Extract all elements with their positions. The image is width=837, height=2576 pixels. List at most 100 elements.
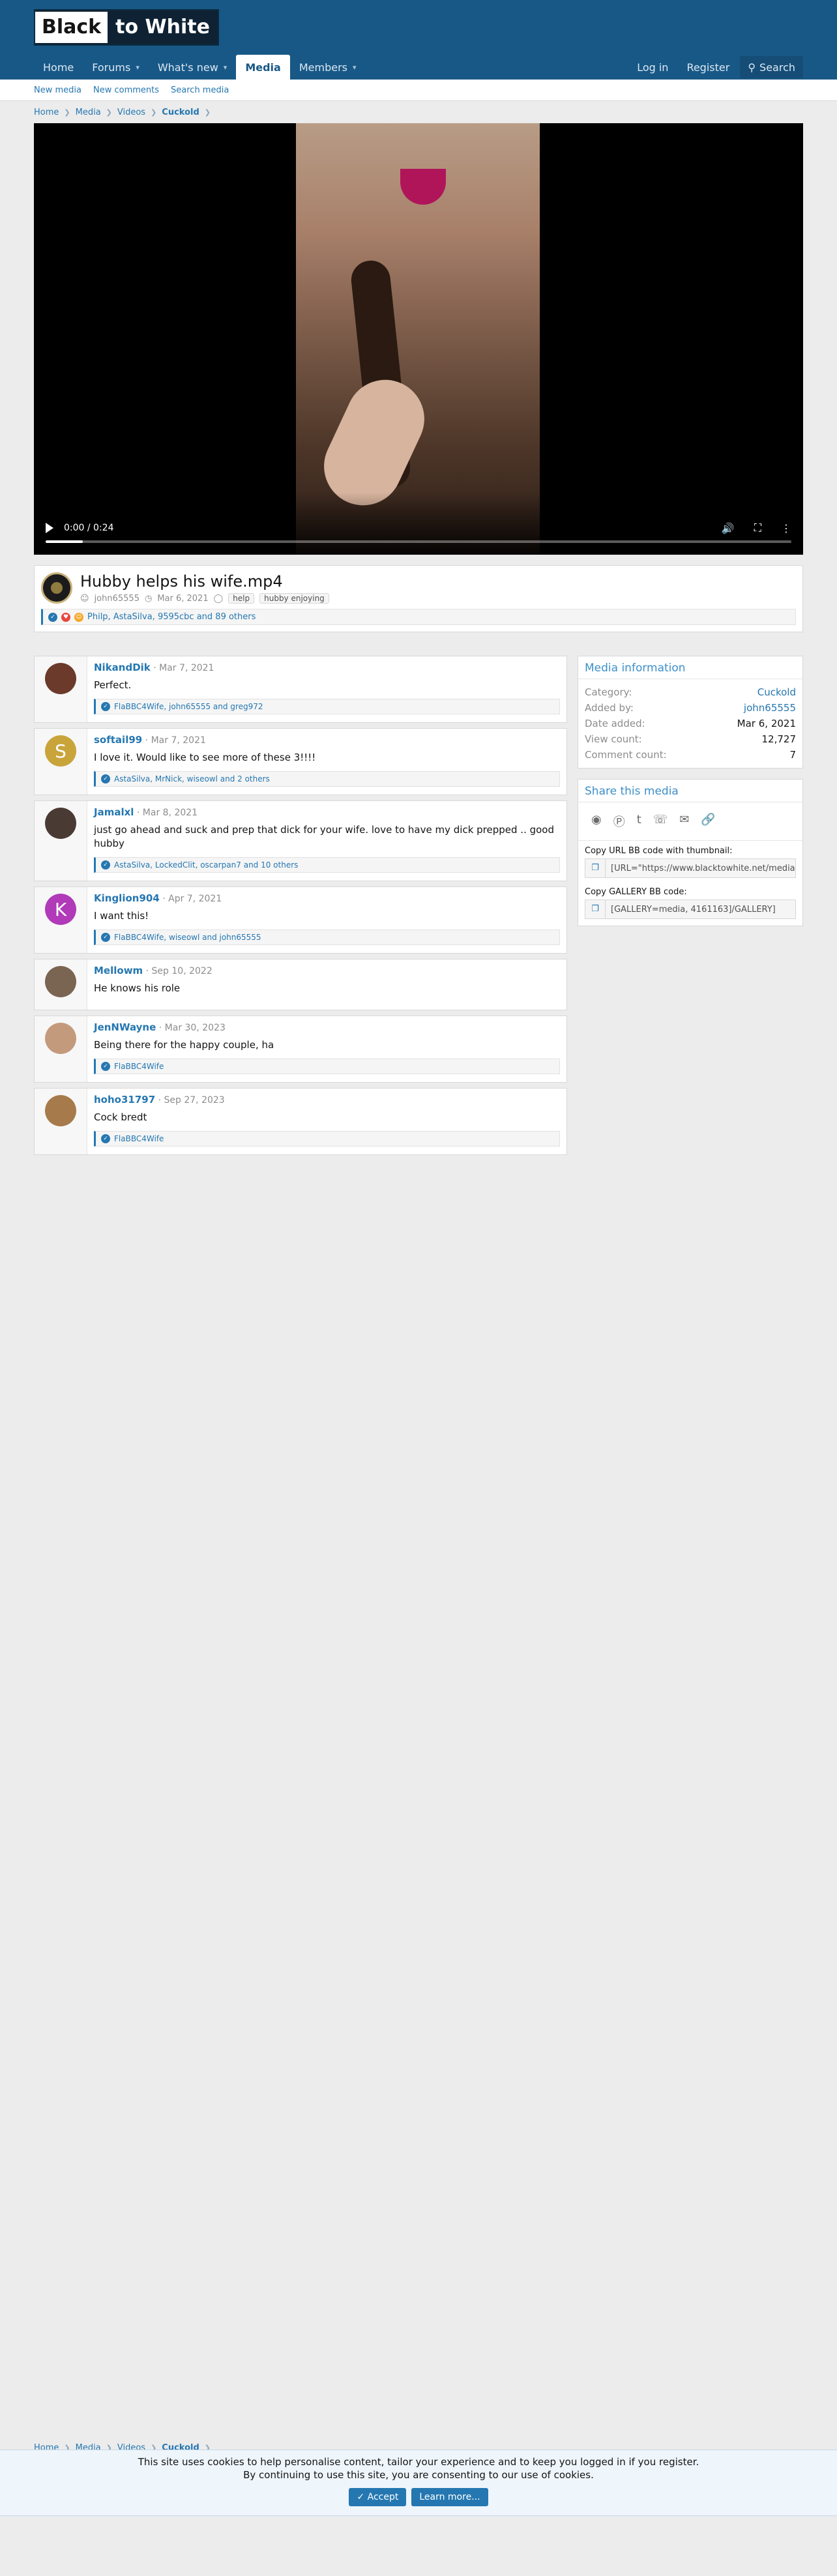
comment-username[interactable]: softail99 [94, 734, 142, 746]
comment-username[interactable]: JenNWayne [94, 1021, 156, 1033]
breadcrumb-home[interactable]: Home [34, 108, 59, 117]
chevron-down-icon[interactable]: ▾ [353, 63, 357, 72]
reactions-text[interactable]: Philp, AstaSilva, 9595cbc and 89 others [87, 612, 256, 622]
like-icon: ✓ [101, 774, 110, 783]
media-info-value[interactable]: john65555 [744, 700, 796, 716]
reddit-icon[interactable]: ◉ [591, 813, 602, 830]
volume-icon[interactable]: 🔊 [722, 522, 735, 534]
chevron-right-icon: ❯ [64, 108, 70, 117]
reactions-text[interactable]: AstaSilva, LockedClit, oscarpan7 and 10 … [114, 860, 298, 870]
avatar[interactable]: K [45, 894, 76, 925]
breadcrumb-media[interactable]: Media [76, 108, 101, 117]
accept-cookies-button[interactable]: ✓ Accept [349, 2488, 407, 2506]
fullscreen-icon[interactable]: ⛶ [754, 521, 761, 534]
reactions-text[interactable]: FlaBBC4Wife [114, 1062, 164, 1071]
tag-icon: ◯ [213, 593, 224, 604]
copy-gallery-field[interactable]: ❐ [GALLERY=media, 4161163]/GALLERY] [585, 900, 796, 919]
comment-username[interactable]: NikandDik [94, 662, 151, 673]
avatar[interactable] [45, 1095, 76, 1126]
video-player[interactable]: 0:00 / 0:24 🔊 ⛶ ⋮ [34, 123, 803, 555]
site-logo[interactable]: Black to White [34, 9, 219, 46]
pinterest-icon[interactable]: Ⓟ [613, 813, 625, 830]
copy-icon[interactable]: ❐ [585, 900, 606, 918]
nav-tab-label: Home [43, 61, 74, 74]
email-icon[interactable]: ✉ [679, 813, 689, 830]
chevron-down-icon[interactable]: ▾ [136, 63, 140, 72]
nav-tab-what-s-new[interactable]: What's new ▾ [149, 55, 236, 80]
comment-text: I love it. Would like to see more of the… [94, 752, 316, 763]
reactions-text[interactable]: FlaBBC4Wife, john65555 and greg972 [114, 702, 263, 711]
comment-reactions[interactable]: ✓ FlaBBC4Wife [94, 1131, 560, 1147]
copy-thumb-field[interactable]: ❐ [URL="https://www.blacktowhite.net/med… [585, 858, 796, 878]
breadcrumb-category[interactable]: Cuckold [162, 108, 199, 117]
copy-gallery-label: Copy GALLERY BB code: [585, 887, 687, 897]
media-info-row: Date added: Mar 6, 2021 [578, 716, 802, 731]
media-author[interactable]: john65555 [95, 594, 140, 604]
cookie-line-2: By continuing to use this site, you are … [243, 2469, 594, 2481]
new-comments-link[interactable]: New comments [93, 85, 159, 95]
comment-username[interactable]: hoho31797 [94, 1094, 155, 1105]
chevron-down-icon[interactable]: ▾ [224, 63, 228, 72]
reactions-text[interactable]: FlaBBC4Wife, wiseowl and john65555 [114, 933, 261, 942]
comment-username[interactable]: Kinglion904 [94, 892, 160, 904]
search-button[interactable]: ⚲ Search [740, 56, 803, 78]
comment-item: hoho31797 · Sep 27, 2023 Cock bredt ✓ FlaBB… [34, 1088, 567, 1155]
avatar[interactable]: S [45, 735, 76, 767]
reactions-text[interactable]: AstaSilva, MrNick, wiseowl and 2 others [114, 774, 270, 783]
love-icon: ♥ [61, 612, 70, 622]
share-title: Share this media [578, 780, 802, 802]
comment-reactions[interactable]: ✓ AstaSilva, MrNick, wiseowl and 2 others [94, 771, 560, 787]
media-info-value[interactable]: Cuckold [757, 684, 796, 700]
learn-more-button[interactable]: Learn more... [411, 2488, 488, 2506]
comment-text: I want this! [94, 910, 149, 922]
media-info-block: Media information Category: Cuckold Added … [578, 656, 803, 768]
comment-reactions[interactable]: ✓ FlaBBC4Wife, john65555 and greg972 [94, 699, 560, 714]
nav-tab-label: Media [245, 61, 281, 74]
laugh-icon: ☺ [74, 612, 83, 622]
author-avatar[interactable] [41, 572, 72, 604]
new-media-link[interactable]: New media [34, 85, 81, 95]
tag-help[interactable]: help [228, 593, 255, 604]
search-icon: ⚲ [748, 61, 756, 74]
link-icon[interactable]: 🔗 [701, 813, 715, 830]
login-button[interactable]: Log in [629, 56, 676, 78]
nav-tab-members[interactable]: Members ▾ [290, 55, 366, 80]
play-icon[interactable] [46, 523, 53, 533]
tumblr-icon[interactable]: t [637, 813, 641, 830]
nav-tab-label: Forums [92, 61, 131, 74]
video-progress-bar[interactable] [46, 540, 791, 543]
comment-reactions[interactable]: ✓ AstaSilva, LockedClit, oscarpan7 and 10… [94, 857, 560, 873]
avatar[interactable] [45, 1023, 76, 1054]
media-info-row: View count: 12,727 [578, 731, 802, 747]
comment-item: NikandDik · Mar 7, 2021 Perfect. ✓ FlaBBC4W… [34, 656, 567, 723]
breadcrumb: Home ❯ Media ❯ Videos ❯ Cuckold ❯ [34, 101, 803, 123]
more-options-icon[interactable]: ⋮ [781, 522, 791, 534]
nav-tab-home[interactable]: Home [34, 55, 83, 80]
reactions-text[interactable]: FlaBBC4Wife [114, 1134, 164, 1143]
avatar[interactable] [45, 808, 76, 839]
check-icon: ✓ [357, 2492, 365, 2502]
copy-icon[interactable]: ❐ [585, 859, 606, 877]
search-media-link[interactable]: Search media [171, 85, 229, 95]
video-time: 0:00 / 0:24 [64, 523, 114, 533]
comment-date: Mar 7, 2021 [159, 663, 214, 673]
comment-username[interactable]: Jamalxl [94, 806, 134, 818]
nav-tab-media[interactable]: Media [236, 55, 290, 80]
avatar[interactable] [45, 663, 76, 694]
sub-nav: New media New comments Search media [0, 80, 837, 101]
nav-tab-forums[interactable]: Forums ▾ [83, 55, 149, 80]
register-button[interactable]: Register [679, 56, 737, 78]
tag-hubby-enjoying[interactable]: hubby enjoying [259, 593, 329, 604]
comment-reactions[interactable]: ✓ FlaBBC4Wife, wiseowl and john65555 [94, 929, 560, 945]
like-icon: ✓ [101, 1062, 110, 1071]
media-info-key: View count: [585, 733, 642, 745]
comment-date: Sep 10, 2022 [151, 966, 213, 976]
separator: · [156, 1023, 165, 1033]
comment-reactions[interactable]: ✓ FlaBBC4Wife [94, 1059, 560, 1074]
comment-text: Perfect. [94, 679, 132, 691]
whatsapp-icon[interactable]: ☏ [653, 813, 668, 830]
media-reactions[interactable]: ✓ ♥ ☺ Philp, AstaSilva, 9595cbc and 89 o… [41, 609, 796, 625]
breadcrumb-videos[interactable]: Videos [117, 108, 145, 117]
avatar[interactable] [45, 966, 76, 997]
comment-username[interactable]: Mellowm [94, 965, 143, 976]
